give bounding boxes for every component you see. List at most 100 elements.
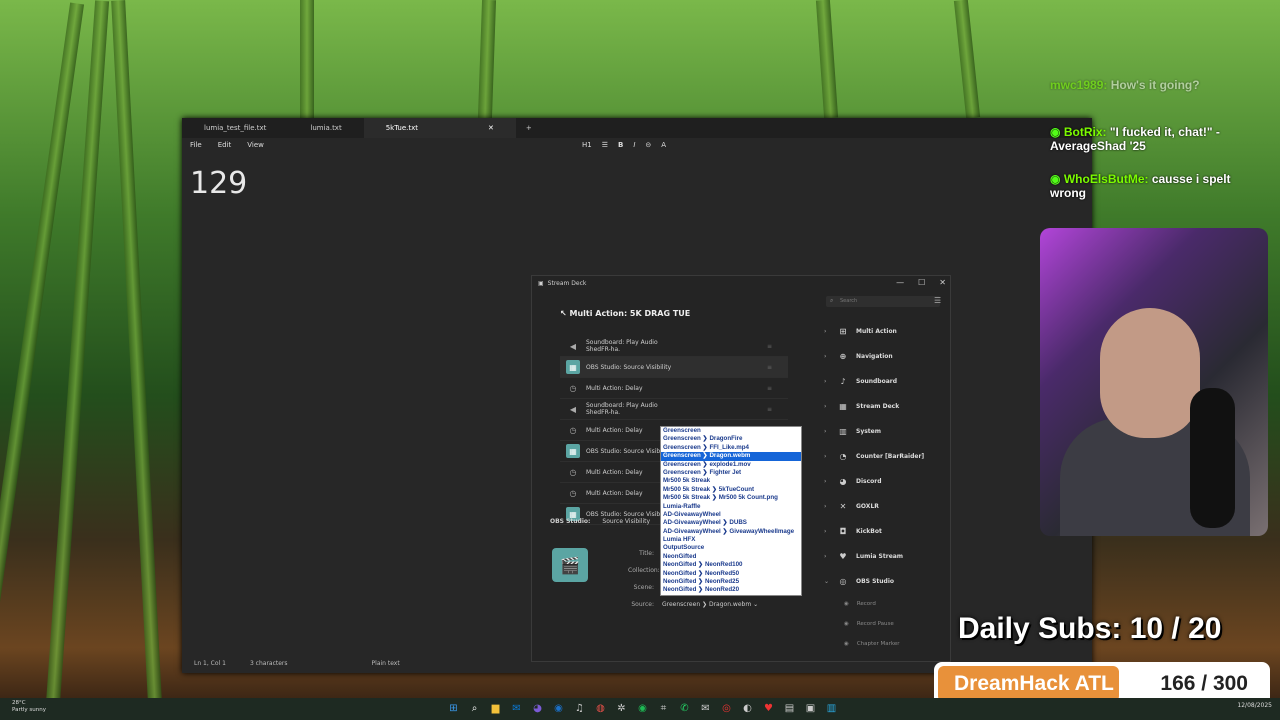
category-label: OBS Studio <box>856 578 895 585</box>
menu-edit[interactable]: Edit <box>218 141 232 149</box>
app-icon[interactable]: ♫ <box>572 701 587 716</box>
search-input[interactable]: Search <box>826 296 940 307</box>
obs-record-icon[interactable]: ◎ <box>719 701 734 716</box>
discord-icon[interactable]: ◕ <box>530 701 545 716</box>
dropdown-option[interactable]: NeonGifted ❯ NeonRed50 <box>661 570 801 578</box>
dropdown-option[interactable]: NeonGifted ❯ NeonRed100 <box>661 561 801 569</box>
cursor-position: Ln 1, Col 1 <box>194 660 226 667</box>
clock[interactable]: 12/08/2025 <box>1237 702 1272 709</box>
steam-icon[interactable]: ◉ <box>551 701 566 716</box>
clear-format-icon[interactable]: A <box>661 141 666 149</box>
dropdown-option[interactable]: AD-GiveawayWheel ❯ GiveawayWheelImage <box>661 528 801 536</box>
obs-action-item[interactable]: ◉ Record Pause <box>824 614 944 634</box>
action-row[interactable]: ◀ Soundboard: Play Audio ShedFR-ha. ≡ <box>560 336 788 357</box>
dropdown-option[interactable]: NeonGifted ❯ NeonRed25 <box>661 578 801 586</box>
category-label: Navigation <box>856 353 893 360</box>
close-tab-icon[interactable]: ✕ <box>488 124 494 132</box>
source-dropdown-list[interactable]: Greenscreen Greenscreen ❯ DragonFire Green… <box>660 426 802 596</box>
menu-view[interactable]: View <box>247 141 264 149</box>
app-icon[interactable]: ♥ <box>761 701 776 716</box>
action-row[interactable]: ◀ Soundboard: Play Audio ShedFR-ha. ≡ <box>560 399 788 420</box>
menu-file[interactable]: File <box>190 141 202 149</box>
category-icon: ♥ <box>839 552 847 561</box>
tab-label: lumia_test_file.txt <box>204 124 267 132</box>
dropdown-option[interactable]: Greenscreen <box>661 427 801 435</box>
back-icon[interactable]: ↖ <box>560 309 567 318</box>
dropdown-option[interactable]: Mr500 5k Streak <box>661 477 801 485</box>
drag-handle-icon[interactable]: ≡ <box>767 406 772 413</box>
app-icon[interactable]: ⌗ <box>656 701 671 716</box>
obs-action-item[interactable]: ◉ Record <box>824 594 944 614</box>
category-item[interactable]: › ◔ Counter [BarRaider] <box>824 444 944 469</box>
char-count: 3 characters <box>249 660 288 667</box>
action-row[interactable]: ▦ OBS Studio: Source Visibility ≡ <box>560 357 788 378</box>
folder-icon[interactable]: ▆ <box>488 701 503 716</box>
category-item[interactable]: ⌄ ◎ OBS Studio <box>824 569 944 594</box>
app-icon[interactable]: ▤ <box>782 701 797 716</box>
whatsapp-icon[interactable]: ✆ <box>677 701 692 716</box>
close-icon[interactable]: ✕ <box>939 278 946 287</box>
category-item[interactable]: › ♪ Soundboard <box>824 369 944 394</box>
chevron-right-icon: › <box>824 503 827 510</box>
dropdown-option[interactable]: NeonGifted ❯ NeonRed20 <box>661 586 801 594</box>
background-bamboo <box>815 0 839 119</box>
list-view-icon[interactable]: ☰ <box>934 296 941 305</box>
dropdown-option[interactable]: Greenscreen ❯ Dragon.webm <box>661 452 801 461</box>
obs-action-item[interactable]: ◉ Chapter Marker <box>824 634 944 654</box>
category-item[interactable]: › ⊞ Multi Action <box>824 319 944 344</box>
dropdown-option[interactable]: Greenscreen ❯ explode1.mov <box>661 461 801 469</box>
search-icon[interactable]: ⌕ <box>467 701 482 716</box>
list-icon[interactable]: ☰ <box>602 141 608 149</box>
dropdown-option[interactable]: Lumia-Raffle <box>661 503 801 511</box>
drag-handle-icon[interactable]: ≡ <box>767 364 772 371</box>
category-item[interactable]: › ▦ Stream Deck <box>824 394 944 419</box>
action-row[interactable]: ◷ Multi Action: Delay ≡ <box>560 378 788 399</box>
dropdown-option[interactable]: Greenscreen ❯ Fighter Jet <box>661 469 801 477</box>
streamdeck-icon[interactable]: ▣ <box>803 701 818 716</box>
weather-widget[interactable]: 28°C Partly sunny <box>12 700 46 714</box>
timer-icon: ◷ <box>569 488 577 498</box>
dropdown-option[interactable]: Lumia HFX <box>661 536 801 544</box>
maximize-icon[interactable]: ☐ <box>918 278 925 287</box>
minimize-icon[interactable]: — <box>896 278 904 287</box>
dropdown-option[interactable]: Greenscreen ❯ DragonFire <box>661 435 801 443</box>
notepad-content[interactable]: 129 <box>190 166 247 201</box>
category-item[interactable]: › ▥ System <box>824 419 944 444</box>
bold-icon[interactable]: B <box>618 141 623 149</box>
outlook-icon[interactable]: ✉ <box>509 701 524 716</box>
dropdown-option[interactable]: AD-GiveawayWheel ❯ DUBS <box>661 519 801 527</box>
timer-icon: ◷ <box>569 425 577 435</box>
category-item[interactable]: › ✕ GOXLR <box>824 494 944 519</box>
category-item[interactable]: › ◘ KickBot <box>824 519 944 544</box>
category-item[interactable]: › ⊕ Navigation <box>824 344 944 369</box>
category-item[interactable]: › ♥ Lumia Stream <box>824 544 944 569</box>
spotify-icon[interactable]: ◉ <box>635 701 650 716</box>
obs-action-label: Chapter Marker <box>856 641 900 647</box>
new-tab-icon[interactable]: + <box>516 124 532 132</box>
notepad-tab[interactable]: lumia_test_file.txt <box>182 118 288 138</box>
notepad-tab[interactable]: lumia.txt <box>288 118 363 138</box>
app-icon[interactable]: ✲ <box>614 701 629 716</box>
notepad-statusbar: Ln 1, Col 1 3 characters Plain text <box>194 660 400 667</box>
dropdown-option[interactable]: AD-GiveawayWheel <box>661 511 801 519</box>
category-item[interactable]: › ◕ Discord <box>824 469 944 494</box>
app-icon[interactable]: ◐ <box>740 701 755 716</box>
windows-start-icon[interactable]: ⊞ <box>446 701 461 716</box>
dropdown-option[interactable]: OutputSource <box>661 544 801 552</box>
link-icon[interactable]: ⊝ <box>645 141 651 149</box>
drag-handle-icon[interactable]: ≡ <box>767 385 772 392</box>
heading-dropdown[interactable]: H1 <box>582 141 592 149</box>
chrome-icon[interactable]: ◍ <box>593 701 608 716</box>
action-label-text: OBS Studio: Source Visibility <box>586 363 672 371</box>
dropdown-option[interactable]: Mr500 5k Streak ❯ Mr500 5k Count.png <box>661 494 801 502</box>
dropdown-option[interactable]: Mr500 5k Streak ❯ 5kTueCount <box>661 486 801 494</box>
source-select[interactable]: Greenscreen ❯ Dragon.webm ⌄ <box>662 601 758 608</box>
notepad-tab-active[interactable]: 5kTue.txt ✕ <box>363 118 516 138</box>
dropdown-option[interactable]: Greenscreen ❯ FFI_Like.mp4 <box>661 444 801 452</box>
obs-icon[interactable]: 🎬 <box>552 548 588 582</box>
drag-handle-icon[interactable]: ≡ <box>767 343 772 350</box>
italic-icon[interactable]: I <box>633 141 635 149</box>
dropdown-option[interactable]: NeonGifted <box>661 553 801 561</box>
app-icon[interactable]: ✉ <box>698 701 713 716</box>
notepad-icon[interactable]: ▥ <box>824 701 839 716</box>
